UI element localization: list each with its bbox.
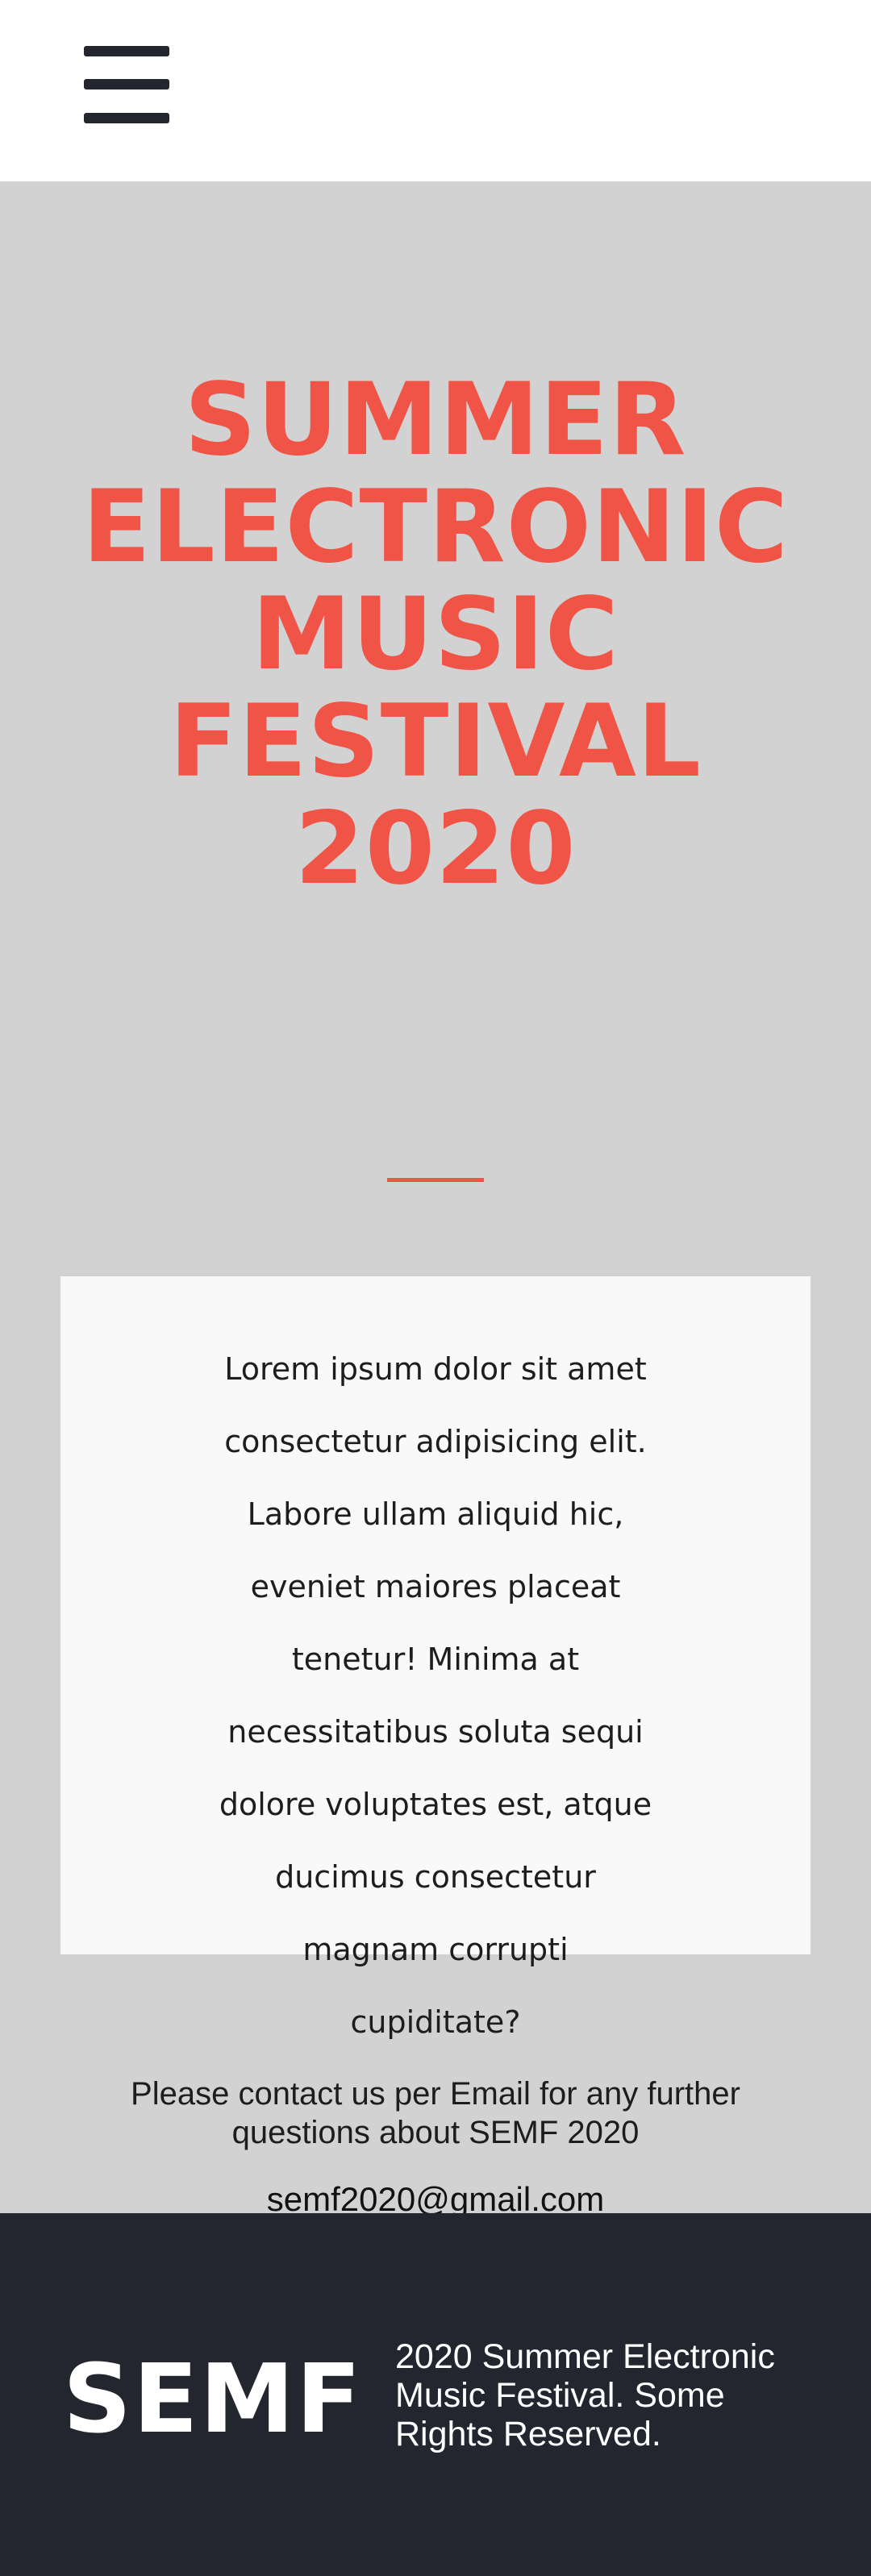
hamburger-menu-icon[interactable] bbox=[84, 46, 169, 123]
title-line: MUSIC bbox=[252, 576, 619, 693]
top-navbar bbox=[0, 0, 871, 181]
about-card: Lorem ipsum dolor sit amet consectetur a… bbox=[60, 1276, 811, 2040]
title-divider bbox=[387, 1178, 484, 1182]
festival-title: SUMMER ELECTRONIC MUSIC FESTIVAL 2020 bbox=[48, 367, 823, 903]
menu-bar-bottom bbox=[84, 113, 169, 123]
title-line: 2020 bbox=[294, 791, 577, 907]
site-footer: SEMF 2020 Summer Electronic Music Festiv… bbox=[0, 2213, 871, 2576]
footer-copyright: 2020 Summer Electronic Music Festival. S… bbox=[395, 2337, 775, 2453]
contact-text: Please contact us per Email for any furt… bbox=[131, 2076, 740, 2150]
title-line: SUMMER bbox=[184, 362, 687, 478]
title-line: ELECTRONIC bbox=[82, 469, 789, 585]
menu-bar-top bbox=[84, 46, 169, 56]
hero-section: SUMMER ELECTRONIC MUSIC FESTIVAL 2020 Lo… bbox=[0, 181, 871, 2218]
about-text: Lorem ipsum dolor sit amet consectetur a… bbox=[219, 1351, 652, 2040]
menu-bar-middle bbox=[84, 79, 169, 89]
footer-logo: SEMF bbox=[63, 2343, 363, 2454]
title-line: FESTIVAL bbox=[169, 684, 702, 800]
